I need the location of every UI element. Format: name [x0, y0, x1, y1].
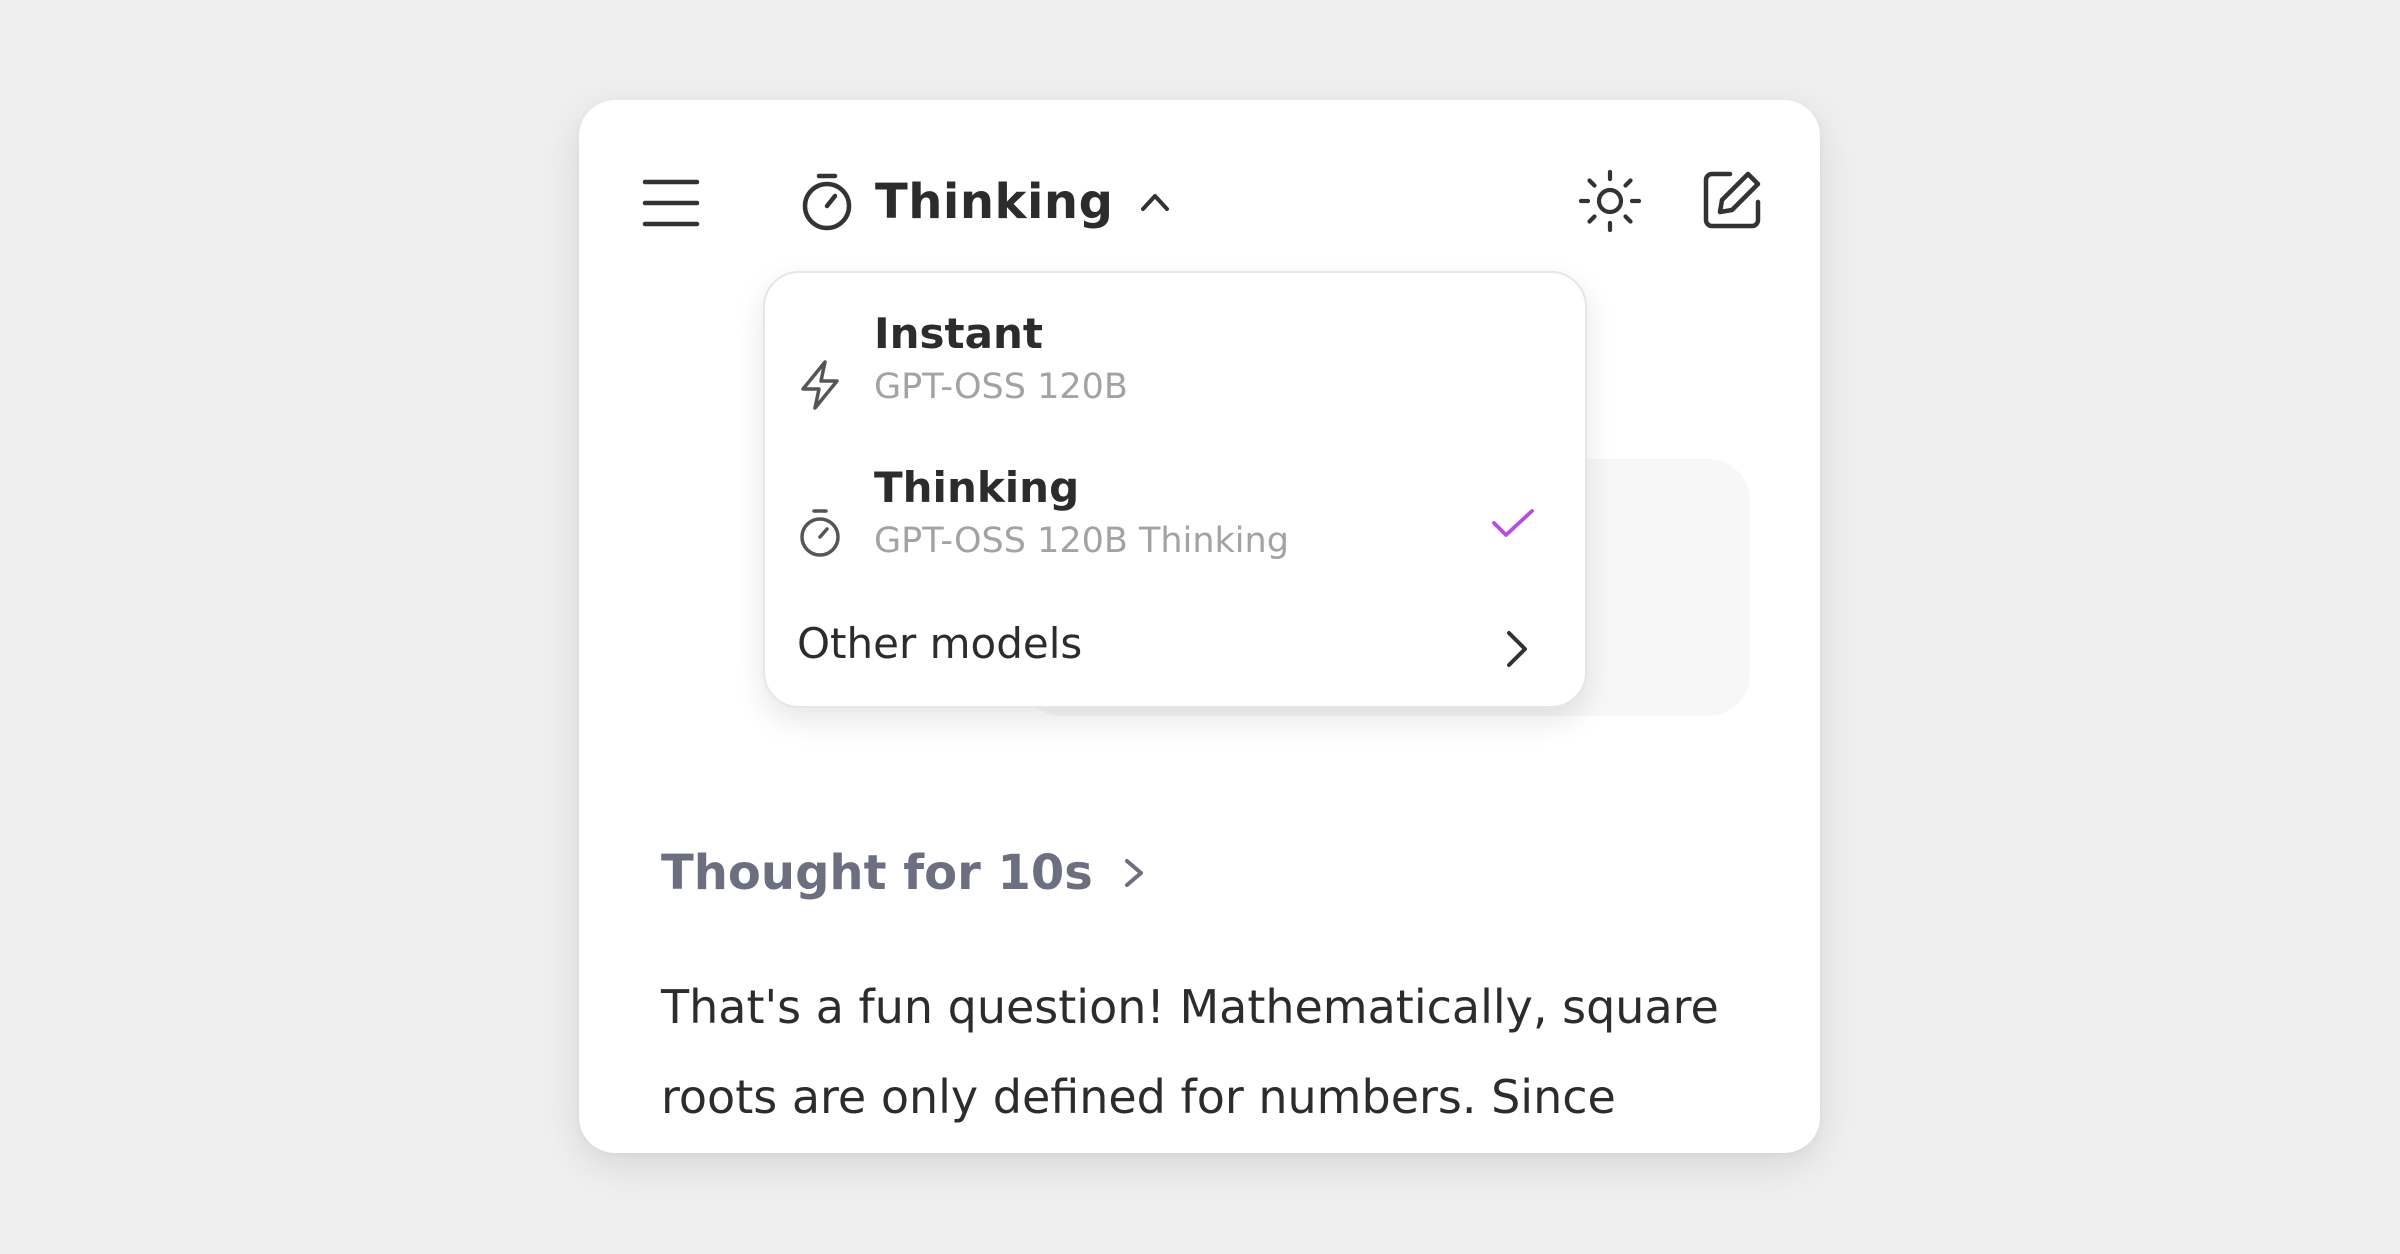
hamburger-menu-icon[interactable] [639, 170, 705, 236]
model-dropdown-menu: Instant GPT-OSS 120B Thinking GPT-OSS 12… [763, 271, 1587, 708]
checkmark-icon [1488, 503, 1538, 543]
stopwatch-icon [797, 507, 843, 559]
new-chat-edit-icon[interactable] [1700, 168, 1764, 232]
model-selector-button[interactable]: Thinking [799, 162, 1175, 242]
model-option-instant[interactable]: Instant GPT-OSS 120B [765, 303, 1585, 443]
lightning-icon [797, 359, 843, 411]
option-label: Thinking [874, 463, 1080, 512]
model-option-thinking[interactable]: Thinking GPT-OSS 120B Thinking [765, 457, 1585, 597]
option-subtitle: GPT-OSS 120B Thinking [874, 521, 1289, 561]
chevron-right-icon [1497, 625, 1535, 673]
thought-toggle[interactable]: Thought for 10s [661, 845, 1149, 901]
option-label: Instant [874, 309, 1043, 358]
other-models-item[interactable]: Other models [765, 609, 1585, 689]
chevron-up-icon [1135, 182, 1175, 222]
model-title: Thinking [875, 174, 1114, 230]
other-models-label: Other models [797, 619, 1083, 668]
chat-panel: Thinking Instant GPT-OSS 120B Thinking G… [579, 100, 1820, 1153]
chevron-right-icon [1119, 853, 1149, 893]
sun-icon[interactable] [1576, 167, 1644, 235]
thought-label: Thought for 10s [661, 845, 1093, 901]
assistant-answer-text: That's a fun question! Mathematically, s… [661, 980, 1719, 1124]
stopwatch-icon [799, 172, 855, 232]
option-subtitle: GPT-OSS 120B [874, 367, 1128, 407]
